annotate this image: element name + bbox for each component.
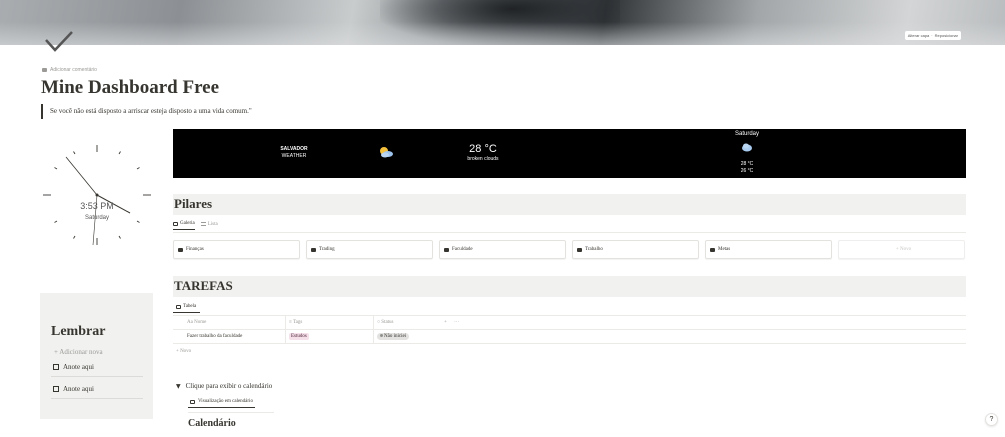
todo-item[interactable]: Anote aqui (53, 385, 94, 393)
add-column-area: + ··· (441, 316, 501, 330)
checkbox[interactable] (53, 364, 59, 370)
card-title: Trading (319, 247, 335, 252)
help-button[interactable]: ? (985, 413, 998, 426)
gallery-card[interactable]: Finanças (173, 240, 300, 259)
tab-galeria[interactable]: Galeria (173, 221, 195, 230)
more-options-button[interactable]: ··· (454, 320, 459, 325)
task-tags-cell[interactable]: Estudos (285, 330, 373, 344)
weather-city: SALVADOR (280, 146, 308, 152)
pilares-view-tabs: Galeria Lista (173, 221, 218, 230)
divider (51, 398, 143, 399)
gallery-card[interactable]: Faculdade (439, 240, 566, 259)
column-header-tags[interactable]: ≡ Tags (285, 316, 373, 330)
gallery-card[interactable]: Trading (306, 240, 433, 259)
tab-label: Lista (207, 221, 218, 227)
todo-item-label: Anote aqui (63, 385, 94, 393)
forecast-low: 26 °C (740, 168, 754, 174)
calendar-icon (190, 399, 195, 404)
add-new-button[interactable]: + Adicionar nova (54, 348, 103, 356)
add-column-button[interactable]: + (444, 320, 447, 325)
new-card-button[interactable]: + Novo (838, 240, 965, 259)
tarefas-header: TAREFAS (173, 276, 966, 297)
tab-calendar-view[interactable]: Visualização em calendário (188, 399, 255, 408)
gallery-icon (173, 221, 178, 226)
weather-temperature: 28 °C (469, 143, 497, 155)
weather-widget[interactable]: SALVADOR WEATHER 28 °C broken clouds Sat… (173, 129, 966, 178)
status-dot-icon (380, 334, 383, 338)
weather-subtitle: WEATHER (281, 153, 307, 159)
weather-description: broken clouds (467, 156, 499, 162)
checkmark-icon[interactable] (44, 30, 74, 54)
todo-item[interactable]: Anote aqui (53, 363, 94, 371)
cloud-icon (742, 143, 752, 152)
page-icon (710, 247, 715, 252)
forecast-high: 28 °C (740, 161, 754, 167)
page-icon (311, 247, 316, 252)
toggle-triangle-icon[interactable]: ▼ (176, 383, 181, 390)
cover-controls: Alterar capa · Reposicionar (904, 31, 961, 40)
tab-label: Visualização em calendário (198, 399, 253, 404)
cover-image: Alterar capa · Reposicionar (0, 0, 1005, 45)
status-label: Não iniciei (384, 334, 407, 339)
change-cover-button[interactable]: Alterar capa (908, 33, 930, 38)
page-title[interactable]: Mine Dashboard Free (41, 77, 219, 99)
tag-badge: Estudos (289, 333, 309, 340)
todo-item-label: Anote aqui (63, 363, 94, 371)
divider (188, 412, 274, 413)
table-header-row: Aa Nome ≡ Tags ○ Status + ··· (173, 316, 966, 330)
task-status-cell[interactable]: Não iniciei (373, 330, 441, 344)
tasks-table: Aa Nome ≡ Tags ○ Status + ··· Fazer trab… (173, 316, 966, 344)
clock-time: 3:53 PM (80, 201, 114, 211)
divider (173, 232, 966, 233)
reposition-button[interactable]: Reposicionar (935, 33, 958, 38)
page-icon (178, 247, 183, 252)
page-icon (577, 247, 582, 252)
page-icon (444, 247, 449, 252)
cover-controls-separator: · (931, 33, 933, 38)
table-row[interactable]: Fazer trabalho da faculdade Estudos Não … (173, 330, 966, 344)
forecast-day: Saturday (734, 131, 759, 137)
card-title: Trabalho (585, 247, 603, 252)
task-name[interactable]: Fazer trabalho da faculdade (173, 330, 285, 344)
tab-tabela[interactable]: Tabela (173, 304, 201, 313)
clock-day: Saturday (84, 215, 109, 221)
minute-hand (65, 156, 98, 196)
column-header-name[interactable]: Aa Nome (173, 316, 285, 330)
column-header-status[interactable]: ○ Status (373, 316, 441, 330)
toggle-label: Clique para exibir o calendário (185, 382, 273, 390)
pilares-title[interactable]: Pilares (174, 196, 212, 212)
tab-label: Galeria (180, 221, 195, 226)
remember-callout: Lembrar + Adicionar nova Anote aqui Anot… (40, 293, 153, 419)
tab-label: Tabela (183, 304, 197, 309)
add-comment-button[interactable]: Adicionar comentário (42, 67, 97, 73)
gallery-card[interactable]: Metas (705, 240, 832, 259)
remember-title: Lembrar (51, 324, 106, 339)
calendar-title[interactable]: Calendário (188, 418, 236, 429)
checkbox[interactable] (53, 386, 59, 392)
clock-face (43, 145, 151, 246)
pilares-header: Pilares (173, 194, 966, 215)
tarefas-title[interactable]: TAREFAS (174, 278, 233, 294)
divider (51, 376, 143, 377)
quote-block[interactable]: Se você não está disposto a arriscar est… (41, 104, 252, 119)
calendar-toggle[interactable]: ▼ Clique para exibir o calendário (176, 382, 272, 390)
tarefas-view-tabs: Tabela (173, 304, 201, 313)
analog-clock-widget: 3:53 PM Saturday (40, 138, 154, 252)
comment-icon (42, 68, 47, 72)
add-comment-label: Adicionar comentário (50, 67, 97, 73)
partly-cloudy-icon (380, 147, 393, 158)
status-badge: Não iniciei (377, 333, 410, 340)
card-title: Faculdade (452, 247, 473, 252)
list-icon (200, 222, 206, 226)
new-row-button[interactable]: + Novo (176, 349, 191, 354)
gallery-card[interactable]: Trabalho (572, 240, 699, 259)
card-title: Metas (718, 247, 731, 252)
table-icon (176, 304, 181, 309)
card-title: Finanças (186, 247, 204, 252)
pilares-gallery: Finanças Trading Faculdade Trabalho Meta… (173, 240, 966, 259)
tab-lista[interactable]: Lista (200, 221, 218, 230)
